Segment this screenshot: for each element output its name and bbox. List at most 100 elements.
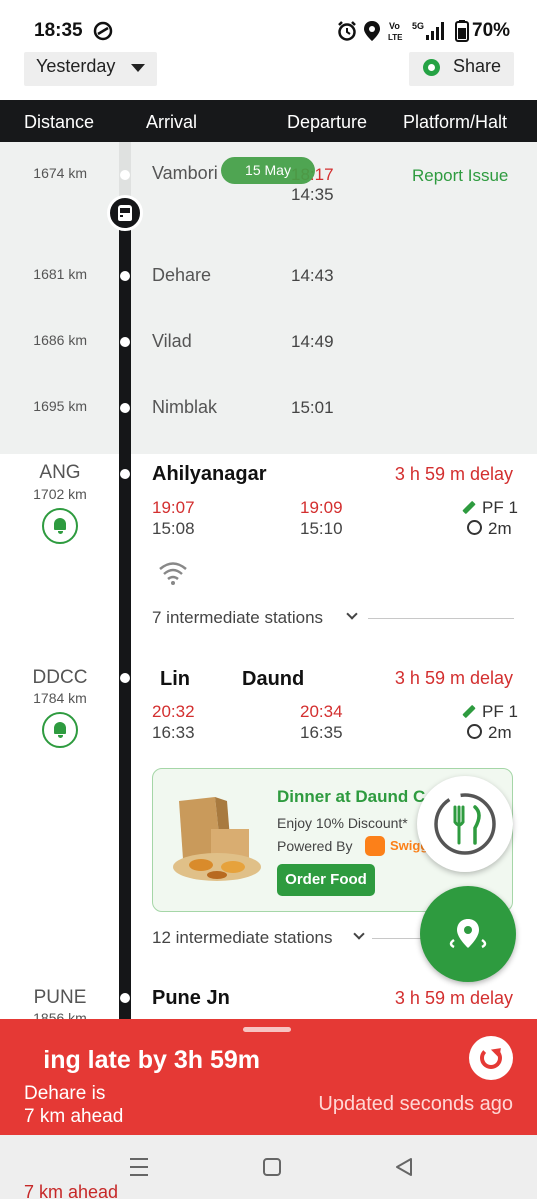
- banner-peek-text: 7 km ahead: [24, 1182, 119, 1199]
- station-dot: [120, 403, 130, 413]
- departure-sched-ddcc: 16:35: [300, 723, 343, 742]
- pencil-icon[interactable]: [462, 704, 476, 719]
- col-arrival: Arrival: [146, 112, 198, 132]
- platform-ddcc: PF 1: [482, 702, 518, 721]
- intermediate-label-ddcc: 12 intermediate stations: [152, 928, 333, 947]
- timer-icon: [467, 520, 482, 535]
- refresh-button[interactable]: [469, 1036, 513, 1080]
- station-vilad[interactable]: Vilad: [152, 331, 192, 352]
- platform-ang: PF 1: [482, 498, 518, 517]
- svg-text:LTE: LTE: [388, 33, 403, 42]
- back-icon[interactable]: [394, 1157, 414, 1177]
- km-ddcc: 1784 km: [33, 690, 87, 706]
- station-name-prefix-ddcc: Lin: [160, 668, 190, 690]
- station-nimblak[interactable]: Nimblak: [152, 397, 217, 418]
- divider: [368, 618, 514, 619]
- halt-ang: 2m: [488, 519, 512, 538]
- signal-5g-icon: 5G: [412, 21, 444, 40]
- train-icon: [118, 205, 136, 221]
- battery-percent: 70%: [472, 20, 511, 41]
- delay-pune: 3 h 59 m delay: [394, 988, 513, 1008]
- day-dropdown[interactable]: Yesterday: [24, 52, 157, 86]
- whatsapp-icon: [423, 59, 440, 76]
- day-dropdown-value: Yesterday: [36, 56, 116, 76]
- intermediate-label-ang: 7 intermediate stations: [152, 608, 324, 627]
- departure-sched-ang: 15:10: [300, 519, 343, 538]
- food-bag-illustration: [173, 797, 261, 881]
- svg-text:Vo: Vo: [389, 21, 400, 31]
- train-position-marker: [107, 195, 143, 231]
- km-vambori: 1674 km: [33, 165, 87, 181]
- station-name-ddcc[interactable]: Daund: [242, 668, 304, 691]
- food-card-title: Dinner at Daund C: [277, 787, 426, 806]
- station-dehare[interactable]: Dehare: [152, 265, 211, 286]
- wifi-icon: [159, 562, 187, 585]
- date-pill: 15 May: [221, 157, 315, 184]
- live-location-fab-button[interactable]: [420, 886, 516, 982]
- route-track: [119, 207, 131, 1019]
- halt-ddcc: 2m: [488, 723, 512, 742]
- station-name-ang[interactable]: Ahilyanagar: [152, 463, 266, 486]
- bell-icon: [54, 518, 66, 534]
- time-vambori: 14:35: [291, 185, 334, 204]
- location-pin-icon: [449, 919, 487, 949]
- station-dot: [120, 673, 130, 683]
- refresh-icon: [480, 1047, 502, 1069]
- current-position-line2: 7 km ahead: [24, 1106, 124, 1127]
- alarm-icon: [338, 21, 356, 41]
- dropdown-arrow-icon: [131, 64, 145, 72]
- station-code-pune: PUNE: [33, 987, 87, 1008]
- arrival-actual-ddcc: 20:32: [152, 702, 195, 721]
- station-dot: [120, 469, 130, 479]
- svg-text:5G: 5G: [412, 21, 424, 31]
- powered-by-label: Powered By: [277, 838, 353, 854]
- divider: [372, 938, 422, 939]
- column-header: Distance Arrival Departure Platform/Halt: [0, 100, 537, 142]
- station-dot: [120, 993, 130, 1003]
- km-vilad: 1686 km: [33, 332, 87, 348]
- km-ang: 1702 km: [33, 486, 87, 502]
- food-discount: Enjoy 10% Discount*: [277, 815, 408, 831]
- chevron-down-icon: [353, 928, 365, 940]
- departure-actual-ang: 19:09: [300, 498, 343, 517]
- location-icon: [364, 21, 380, 41]
- chevron-down-icon: [346, 608, 358, 620]
- bell-icon: [54, 722, 66, 738]
- food-fab-button[interactable]: [417, 776, 513, 872]
- delay-ddcc: 3 h 59 m delay: [394, 668, 513, 688]
- station-dot: [120, 337, 130, 347]
- station-dot: [120, 271, 130, 281]
- running-status: ing late by 3h 59m: [0, 1046, 420, 1080]
- drag-handle[interactable]: [243, 1027, 291, 1032]
- status-time: 18:35: [34, 20, 83, 41]
- col-platform: Platform/Halt: [403, 112, 508, 132]
- arrival-sched-ddcc: 16:33: [152, 723, 195, 742]
- share-label: Share: [453, 56, 502, 76]
- order-food-button[interactable]: Order Food: [277, 864, 375, 896]
- alarm-bell-ddcc[interactable]: [42, 712, 78, 748]
- running-status-banner[interactable]: ing late by 3h 59m Dehare is 7 km ahead …: [0, 1019, 537, 1135]
- toolbar: Yesterday Share: [0, 50, 537, 100]
- app-notification-icon: [93, 21, 113, 41]
- food-icon: [434, 793, 496, 855]
- time-dehare: 14:43: [291, 266, 334, 285]
- arrival-sched-ang: 15:08: [152, 519, 195, 538]
- time-nimblak: 15:01: [291, 398, 334, 417]
- station-vambori[interactable]: Vambori: [152, 163, 218, 184]
- station-name-pune[interactable]: Pune Jn: [152, 987, 230, 1010]
- col-departure: Departure: [287, 112, 368, 132]
- timer-icon: [467, 724, 482, 739]
- time-vilad: 14:49: [291, 332, 334, 351]
- battery-icon: [455, 20, 469, 42]
- status-bar: 18:35 Vo LTE 5G 70%: [0, 0, 537, 56]
- recents-icon[interactable]: [128, 1157, 150, 1177]
- pencil-icon[interactable]: [462, 500, 476, 515]
- share-button[interactable]: Share: [409, 52, 514, 86]
- running-status-text: ing late by 3h 59m: [43, 1046, 260, 1074]
- home-icon[interactable]: [262, 1157, 282, 1177]
- alarm-bell-ang[interactable]: [42, 508, 78, 544]
- km-dehare: 1681 km: [33, 266, 87, 282]
- report-issue-link[interactable]: Report Issue: [412, 166, 508, 186]
- swiggy-icon: [365, 836, 385, 856]
- arrival-actual-ang: 19:07: [152, 498, 195, 517]
